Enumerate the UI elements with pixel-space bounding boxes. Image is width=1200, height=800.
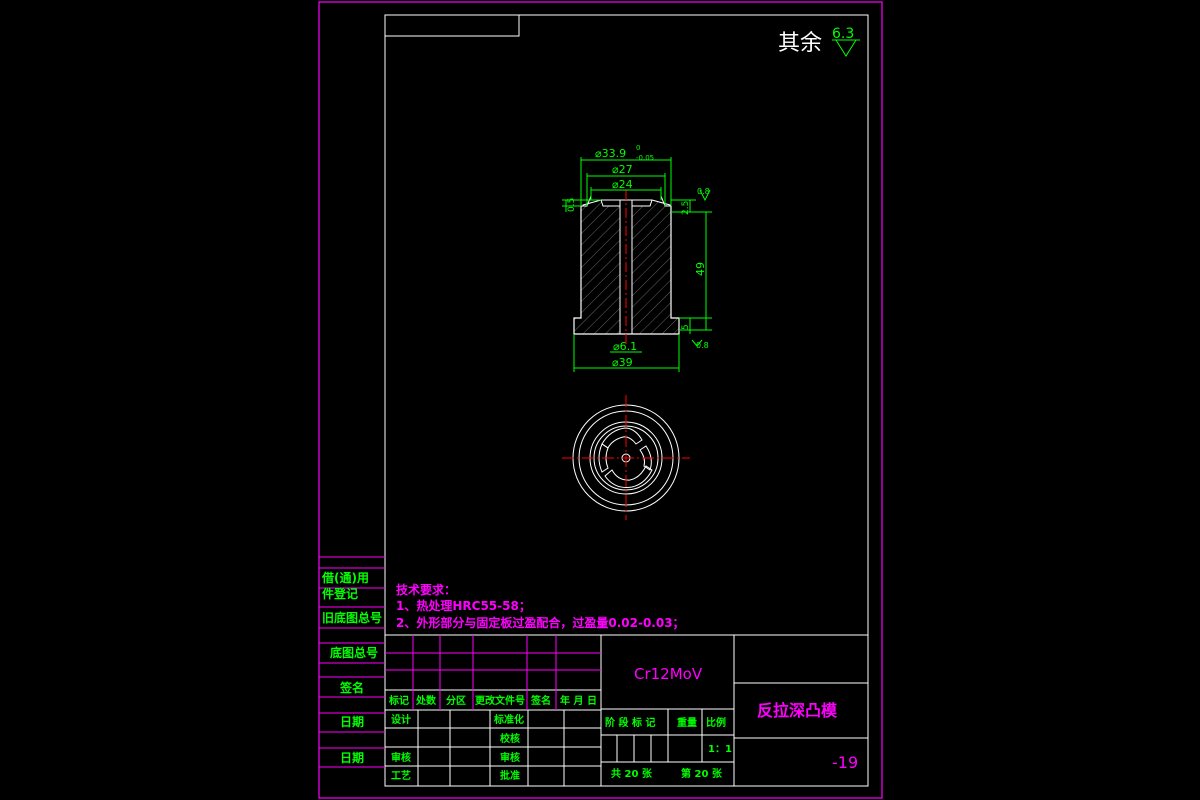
technical-notes: 技术要求： 1、热处理HRC55-58； 2、外形部分与固定板过盈配合，过盈量0… <box>396 582 685 630</box>
label-approve: 批准 <box>500 769 520 782</box>
strip-base: 底图总号 <box>330 645 378 660</box>
strip-old-base: 旧底图总号 <box>322 610 382 625</box>
rev-header-mark: 标记 <box>388 694 409 707</box>
dim-5: 5 <box>681 324 691 330</box>
notes-line-1: 1、热处理HRC55-58； <box>396 598 531 613</box>
dim-2-5: 2.5 <box>681 201 691 215</box>
label-proofread: 校核 <box>500 732 520 745</box>
drawing-number: -19 <box>832 753 858 772</box>
front-section-view <box>573 190 680 345</box>
dim-27: ⌀27 <box>612 163 633 176</box>
label-standardize: 标准化 <box>493 713 524 726</box>
label-process: 工艺 <box>391 769 411 782</box>
strip-borrow: 借(通)用 <box>321 570 369 585</box>
rev-header-sign: 签名 <box>530 694 551 707</box>
rev-header-zone: 分区 <box>446 694 466 707</box>
dim-33-9: ⌀33.9 <box>595 147 626 160</box>
scale-value: 1：1 <box>708 744 732 755</box>
label-review: 审核 <box>500 751 520 764</box>
strip-date-2: 日期 <box>340 750 364 765</box>
roughness-symbol <box>835 39 857 57</box>
dim-0-8-bottom: 0.8 <box>696 341 709 350</box>
dim-49: 49 <box>694 262 707 276</box>
roughness-prefix: 其余 <box>778 31 822 56</box>
dim-33-9-tol-lower: -0.05 <box>636 154 654 162</box>
dim-24: ⌀24 <box>612 178 633 191</box>
rev-header-docno: 更改文件号 <box>475 694 525 707</box>
strip-sign: 签名 <box>339 680 364 695</box>
corner-code-box <box>384 14 520 37</box>
material: Cr12MoV <box>634 665 703 683</box>
label-design: 设计 <box>391 713 411 726</box>
rev-header-date: 年 月 日 <box>560 694 597 707</box>
drawing-sheet: 其余 6.3 ⌀33.9 0 -0.05 ⌀27 ⌀24 ⌀6.1 ⌀39 0.… <box>318 1 883 799</box>
stage-header: 阶 段 标 记 <box>605 716 655 729</box>
rev-header-count: 处数 <box>415 694 437 707</box>
label-check: 审核 <box>391 751 411 764</box>
dim-6-1: ⌀6.1 <box>613 340 637 353</box>
sheet-number: 第 20 张 <box>681 767 723 780</box>
notes-line-2: 2、外形部分与固定板过盈配合，过盈量0.02-0.03； <box>396 615 685 630</box>
dim-39: ⌀39 <box>612 356 633 369</box>
dim-33-9-tol-upper: 0 <box>636 144 640 152</box>
weight-header: 重量 <box>677 716 697 729</box>
strip-register: 件登记 <box>322 586 358 601</box>
left-strip-texts: 借(通)用 件登记 旧底图总号 底图总号 签名 日期 日期 <box>321 570 382 765</box>
dim-0-8-top: 0.8 <box>697 187 710 196</box>
dim-0-5: 0.5 <box>567 198 577 212</box>
sheets-total: 共 20 张 <box>611 767 653 780</box>
notes-title: 技术要求： <box>396 582 456 597</box>
strip-date-1: 日期 <box>340 714 364 729</box>
part-name: 反拉深凸模 <box>757 701 838 720</box>
top-view-centerlines <box>562 395 690 520</box>
section-right-half <box>631 199 680 335</box>
scale-header: 比例 <box>706 716 726 729</box>
